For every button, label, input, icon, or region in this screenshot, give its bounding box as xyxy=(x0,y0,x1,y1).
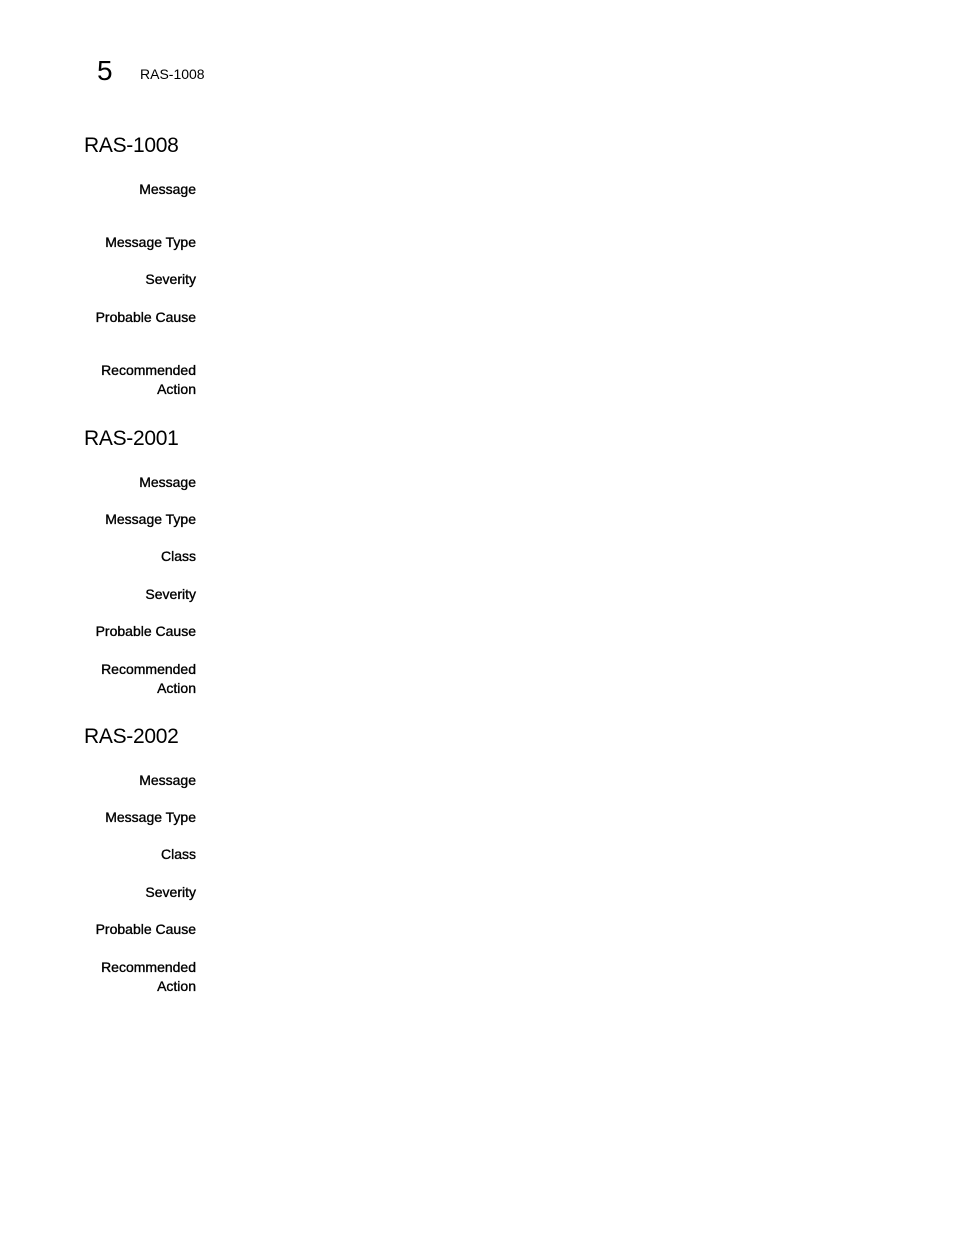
field-label: Message Type xyxy=(105,511,196,527)
field-label: Class xyxy=(160,846,196,862)
field-label: Probable Cause xyxy=(95,921,196,937)
field-label: Severity xyxy=(145,884,196,900)
field-probable-cause: Probable Cause xyxy=(84,308,196,327)
field-label: Message Type xyxy=(105,809,196,825)
field-label-line-1: Recommended xyxy=(101,362,196,378)
field-label: Probable Cause xyxy=(95,623,196,639)
entry-title: RAS-1008 xyxy=(84,134,179,157)
field-label-line-1: Recommended xyxy=(101,959,196,975)
field-message-type: Message Type xyxy=(84,233,196,252)
field-label: Message xyxy=(139,474,196,490)
field-message: Message xyxy=(84,473,196,492)
field-class: Class xyxy=(84,547,196,566)
field-label: Message xyxy=(139,181,196,197)
field-probable-cause: Probable Cause xyxy=(84,920,196,939)
field-label: Message Type xyxy=(105,234,196,250)
field-label-line-2: Action xyxy=(157,381,196,397)
field-label: Class xyxy=(160,548,196,564)
entry-ras-2002: RAS-2002 Message Message Type Class Seve… xyxy=(84,724,884,994)
field-label-line-1: Recommended xyxy=(101,661,196,677)
field-severity: Severity xyxy=(84,270,196,289)
field-label-line-2: Action xyxy=(157,680,196,696)
entry-ras-2001: RAS-2001 Message Message Type Class Seve… xyxy=(84,426,884,696)
field-message-type: Message Type xyxy=(84,510,196,529)
field-label: Severity xyxy=(145,586,196,602)
field-label: Probable Cause xyxy=(95,309,196,325)
entry-ras-1008: RAS-1008 Message Message Type Severity P… xyxy=(84,133,884,397)
field-message: Message xyxy=(84,180,196,199)
field-label: Message xyxy=(139,772,196,788)
field-recommended-action: Recommended Action xyxy=(84,958,196,996)
field-label-line-2: Action xyxy=(157,978,196,994)
field-severity: Severity xyxy=(84,585,196,604)
field-message-type: Message Type xyxy=(84,808,196,827)
field-recommended-action: Recommended Action xyxy=(84,361,196,399)
field-severity: Severity xyxy=(84,883,196,902)
chapter-number: 5 xyxy=(97,55,113,86)
entry-title: RAS-2002 xyxy=(84,725,179,748)
entry-title: RAS-2001 xyxy=(84,427,179,450)
field-probable-cause: Probable Cause xyxy=(84,622,196,641)
field-recommended-action: Recommended Action xyxy=(84,660,196,698)
running-title: RAS-1008 xyxy=(140,66,205,82)
field-class: Class xyxy=(84,845,196,864)
field-label: Severity xyxy=(145,271,196,287)
field-message: Message xyxy=(84,771,196,790)
